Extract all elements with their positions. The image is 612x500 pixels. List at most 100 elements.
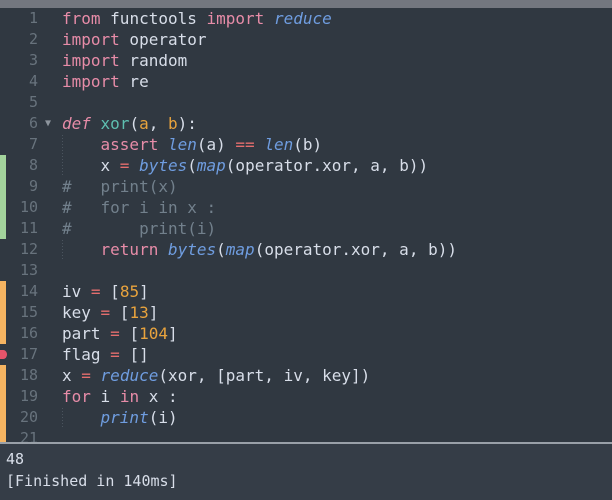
code-line[interactable]: 20 print(i) [0,407,612,428]
code-token-fni: bytes [139,156,188,175]
code-token-pl: (operator.xor, a, b)) [254,240,457,259]
code-token-pl: ] [167,324,178,343]
code-line[interactable]: 19 for i in x : [0,386,612,407]
code-line[interactable]: 9 # print(x) [0,176,612,197]
code-token-pl: ( [187,156,197,175]
code-line-text: for i in x : [62,386,612,407]
code-line[interactable]: 2 import operator [0,29,612,50]
code-line[interactable]: 17 flag = [] [0,344,612,365]
code-token-pl: [ [119,324,140,343]
code-editor-area[interactable]: 1 from functools import reduce 2 import ope… [0,8,612,442]
line-number: 2 [28,30,38,48]
code-token-pl: x [62,156,120,175]
code-token-kw: return [100,240,159,259]
code-line[interactable]: 5 [0,92,612,113]
code-line-text: key = [13] [62,302,612,323]
code-line-text: import re [62,71,612,92]
line-number: 13 [19,261,38,279]
code-line-text: return bytes(map(operator.xor, a, b)) [62,239,612,260]
code-line[interactable]: 15 key = [13] [0,302,612,323]
code-token-pl: (b) [293,135,323,154]
code-line-text: part = [104] [62,323,612,344]
gutter-change-marker-modified [0,302,6,323]
editor-window: 1 from functools import reduce 2 import ope… [0,0,612,500]
code-token-pl: ] [139,282,149,301]
code-token-kw: import [62,51,120,70]
code-token-num: 85 [119,282,140,301]
code-token-pl: re [119,72,149,91]
line-number: 7 [28,135,38,153]
code-line[interactable]: 4 import re [0,71,612,92]
code-token-op: = [119,156,130,175]
code-token-pl: i [90,387,120,406]
code-line-text: print(i) [62,407,612,428]
code-token-kw: from [62,9,101,28]
gutter-change-marker-modified [0,323,6,344]
line-number: 11 [19,219,38,237]
code-token-pl: ( [216,240,226,259]
code-token-pl: ( [129,114,140,133]
gutter-change-marker-added [0,176,6,197]
code-lines-container[interactable]: 1 from functools import reduce 2 import ope… [0,8,612,442]
code-token-pl: random [119,51,188,70]
code-line-text: assert len(a) == len(b) [62,134,612,155]
code-token-pl: flag [62,345,111,364]
line-number: 20 [19,408,38,426]
window-top-bar [0,0,612,8]
line-number: 1 [28,9,38,27]
code-token-fni: reduce [100,366,159,385]
code-token-fni: bytes [167,240,217,259]
code-line[interactable]: 7 assert len(a) == len(b) [0,134,612,155]
code-token-pl: (operator.xor, a, b)) [225,156,429,175]
code-line[interactable]: 11 # print(i) [0,218,612,239]
code-token-pl: x [62,366,82,385]
code-token-param: a [139,114,149,133]
code-token-pl: operator [119,30,207,49]
indent-guide [62,135,63,155]
code-token-op: = [90,282,101,301]
code-token-fni: map [196,156,226,175]
indent-guide [62,408,63,428]
code-line[interactable]: 3 import random [0,50,612,71]
code-line[interactable]: 14 iv = [85] [0,281,612,302]
line-number: 5 [28,93,38,111]
code-token-num: 104 [139,324,168,343]
code-line[interactable]: 18 x = reduce(xor, [part, iv, key]) [0,365,612,386]
gutter-change-marker-modified [0,428,6,442]
code-line-text: x = reduce(xor, [part, iv, key]) [62,365,612,386]
gutter-change-marker-added [0,218,6,239]
code-line[interactable]: 13 [0,260,612,281]
code-line[interactable]: 16 part = [104] [0,323,612,344]
line-number: 8 [28,156,38,174]
code-line[interactable]: 1 from functools import reduce [0,8,612,29]
line-number: 19 [19,387,38,405]
gutter-change-marker-added [0,197,6,218]
gutter-change-marker-modified [0,365,6,386]
output-line: [Finished in 140ms] [6,472,178,490]
code-token-pl: part [62,324,111,343]
code-line[interactable]: 10 # for i in x : [0,197,612,218]
line-number: 12 [19,240,38,258]
code-token-kw: for [62,387,91,406]
line-number: 4 [28,72,38,90]
line-number: 3 [28,51,38,69]
code-line-text: # for i in x : [62,197,612,218]
code-line[interactable]: 6 ▼ def xor(a, b): [0,113,612,134]
code-token-op: = [81,366,91,385]
code-line[interactable]: 8 x = bytes(map(operator.xor, a, b)) [0,155,612,176]
code-line[interactable]: 12 return bytes(map(operator.xor, a, b)) [0,239,612,260]
code-line[interactable]: 21 [0,428,612,442]
code-token-kw: import [62,72,120,91]
code-token-pl: (a) [196,135,236,154]
code-token-fni: len [167,135,197,154]
line-number: 18 [19,366,38,384]
code-token-kw: in [119,387,140,406]
code-fold-arrow-icon[interactable]: ▼ [42,113,54,134]
code-token-kw: import [206,9,265,28]
code-line-text: from functools import reduce [62,8,612,29]
